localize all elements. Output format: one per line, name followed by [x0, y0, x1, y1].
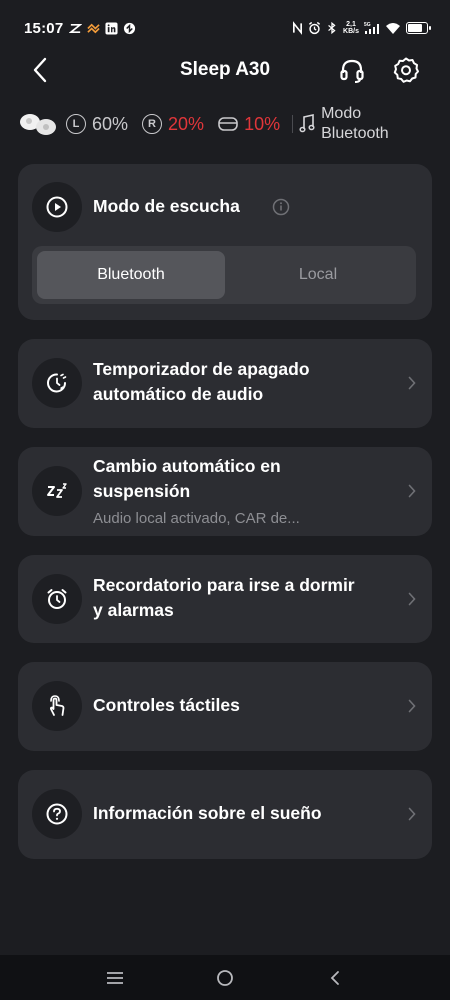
- headset-button[interactable]: [336, 54, 368, 86]
- nav-home-button[interactable]: [205, 963, 245, 993]
- auto-switch-subtitle: Audio local activado, CAR de...: [93, 510, 300, 527]
- reminder-alarm-card[interactable]: Recordatorio para irse a dormir y alarma…: [18, 555, 432, 643]
- chevron-right-icon: [406, 591, 418, 607]
- chevron-right-icon: [406, 375, 418, 391]
- linkedin-icon: [105, 21, 118, 35]
- reminder-alarm-title: Recordatorio para irse a dormir y alarma…: [93, 575, 355, 620]
- signal-icon: 5G: [364, 22, 379, 34]
- chevron-right-icon: [406, 698, 418, 714]
- gear-icon: [393, 57, 419, 83]
- home-circle-icon: [217, 969, 233, 986]
- play-icon-circle: [32, 182, 82, 232]
- alarm-clock-icon: [47, 589, 67, 609]
- status-time: 15:07: [24, 19, 64, 37]
- system-nav-bar: [0, 955, 450, 1000]
- headset-icon: [340, 59, 364, 83]
- right-earbud-icon: R: [142, 114, 163, 134]
- sleep-zzz-icon: [47, 483, 67, 498]
- battery-fill: [408, 24, 423, 32]
- nav-back-button[interactable]: [315, 963, 355, 993]
- music-note-icon: [299, 114, 315, 133]
- earbuds-icon: [18, 109, 58, 139]
- nfc-icon: [293, 21, 303, 35]
- help-icon-circle: [32, 789, 82, 839]
- listening-mode-title: Modo de escucha: [93, 196, 240, 216]
- right-earbud-battery: R 20%: [142, 114, 204, 135]
- bluetooth-status-icon: [328, 21, 336, 35]
- settings-button[interactable]: [390, 54, 422, 86]
- auto-switch-title: Cambio automático en suspensión: [93, 456, 281, 501]
- help-icon: [46, 803, 68, 825]
- alarm-status-icon: [308, 21, 321, 35]
- svg-text:5G: 5G: [364, 22, 371, 28]
- sleep-timer-card[interactable]: Temporizador de apagado automático de au…: [18, 339, 432, 428]
- back-arrow-icon: [33, 57, 47, 83]
- back-button[interactable]: [26, 56, 54, 84]
- mode-label-line1: Modo: [321, 105, 362, 122]
- sleep-info-card[interactable]: Información sobre el sueño: [18, 770, 432, 859]
- sleep-info-title: Información sobre el sueño: [93, 803, 322, 823]
- sleep-timer-title: Temporizador de apagado automático de au…: [93, 359, 310, 404]
- net-speed: 2,1 KB/s: [343, 21, 359, 35]
- battery-status-row: L 60% R 20% 10% Modo Bluetooth: [18, 102, 438, 146]
- touch-controls-card[interactable]: Controles táctiles: [18, 662, 432, 751]
- right-battery-value: 20%: [168, 113, 205, 134]
- touch-hand-icon: [49, 695, 65, 716]
- nav-recent-apps-button[interactable]: [95, 963, 135, 993]
- charging-case-icon: [218, 116, 238, 132]
- left-battery-value: 60%: [92, 113, 129, 134]
- wifi-icon: [386, 23, 400, 34]
- auto-switch-card[interactable]: Cambio automático en suspensión Audio lo…: [18, 447, 432, 536]
- listening-mode-card: Modo de escucha Bluetooth Local: [18, 164, 432, 320]
- touch-icon-circle: [32, 681, 82, 731]
- case-battery-value: 10%: [244, 113, 281, 134]
- play-icon: [46, 196, 68, 218]
- left-earbud-icon: L: [66, 114, 86, 134]
- app-notification-icon: [69, 23, 83, 33]
- info-icon: [272, 198, 290, 216]
- divider: [292, 115, 294, 133]
- touch-controls-title: Controles táctiles: [93, 695, 240, 715]
- app-notification-icon: [124, 22, 136, 34]
- info-button[interactable]: [272, 198, 290, 216]
- chevron-right-icon: [406, 483, 418, 499]
- left-earbud-battery: L 60%: [66, 114, 128, 135]
- zzz-icon-circle: [32, 466, 82, 516]
- page-title: Sleep A30: [179, 59, 271, 80]
- current-mode: Modo Bluetooth: [299, 104, 389, 144]
- nav-back-icon: [330, 970, 339, 985]
- header: Sleep A30: [0, 48, 450, 92]
- listening-mode-toggle: Bluetooth Local: [32, 246, 416, 304]
- mode-option-bluetooth[interactable]: Bluetooth: [37, 251, 225, 299]
- mode-option-local[interactable]: Local: [224, 251, 412, 299]
- chevron-right-icon: [406, 806, 418, 822]
- mode-label-line2: Bluetooth: [321, 125, 389, 142]
- timer-icon: [47, 373, 67, 393]
- alarm-icon-circle: [32, 574, 82, 624]
- timer-icon-circle: [32, 358, 82, 408]
- case-battery: 10%: [218, 114, 280, 135]
- menu-lines-icon: [107, 971, 123, 984]
- battery-icon: [406, 22, 431, 34]
- app-notification-icon: [87, 23, 101, 33]
